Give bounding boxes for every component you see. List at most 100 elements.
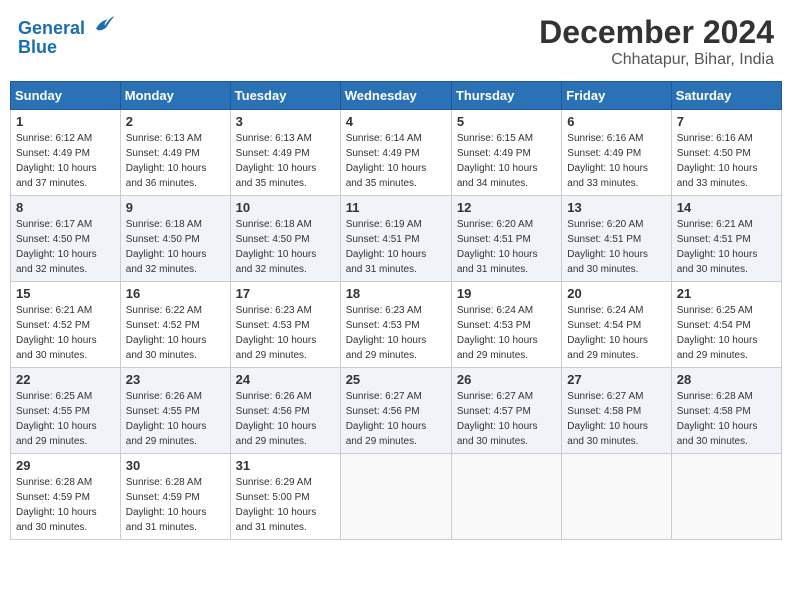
day-info: Sunrise: 6:16 AMSunset: 4:49 PMDaylight:…: [567, 131, 665, 191]
location-text: Chhatapur, Bihar, India: [539, 51, 774, 69]
day-info: Sunrise: 6:27 AMSunset: 4:56 PMDaylight:…: [346, 389, 446, 449]
day-info: Sunrise: 6:27 AMSunset: 4:58 PMDaylight:…: [567, 389, 665, 449]
day-number: 4: [346, 114, 446, 129]
table-row: 23 Sunrise: 6:26 AMSunset: 4:55 PMDayligh…: [120, 368, 230, 454]
month-title: December 2024: [539, 14, 774, 51]
day-number: 16: [126, 286, 225, 301]
day-number: 14: [677, 200, 776, 215]
day-number: 17: [236, 286, 335, 301]
day-info: Sunrise: 6:19 AMSunset: 4:51 PMDaylight:…: [346, 217, 446, 277]
table-row: 19 Sunrise: 6:24 AMSunset: 4:53 PMDayligh…: [451, 282, 561, 368]
table-row: 18 Sunrise: 6:23 AMSunset: 4:53 PMDayligh…: [340, 282, 451, 368]
table-row: 25 Sunrise: 6:27 AMSunset: 4:56 PMDayligh…: [340, 368, 451, 454]
logo-blue-text: Blue: [18, 37, 116, 58]
day-info: Sunrise: 6:28 AMSunset: 4:59 PMDaylight:…: [126, 475, 225, 535]
day-info: Sunrise: 6:27 AMSunset: 4:57 PMDaylight:…: [457, 389, 556, 449]
day-info: Sunrise: 6:18 AMSunset: 4:50 PMDaylight:…: [236, 217, 335, 277]
day-number: 20: [567, 286, 665, 301]
table-row: 11 Sunrise: 6:19 AMSunset: 4:51 PMDayligh…: [340, 196, 451, 282]
table-row: 6 Sunrise: 6:16 AMSunset: 4:49 PMDaylight…: [562, 110, 671, 196]
calendar-table: Sunday Monday Tuesday Wednesday Thursday…: [10, 81, 782, 540]
day-info: Sunrise: 6:13 AMSunset: 4:49 PMDaylight:…: [236, 131, 335, 191]
table-row: 12Sunrise: 6:20 AMSunset: 4:51 PMDayligh…: [451, 196, 561, 282]
calendar-week-row: 15 Sunrise: 6:21 AMSunset: 4:52 PMDayligh…: [11, 282, 782, 368]
header-tuesday: Tuesday: [230, 82, 340, 110]
table-row: 3 Sunrise: 6:13 AMSunset: 4:49 PMDaylight…: [230, 110, 340, 196]
day-info: Sunrise: 6:16 AMSunset: 4:50 PMDaylight:…: [677, 131, 776, 191]
table-row: 9 Sunrise: 6:18 AMSunset: 4:50 PMDaylight…: [120, 196, 230, 282]
day-number: 21: [677, 286, 776, 301]
day-info: Sunrise: 6:26 AMSunset: 4:56 PMDaylight:…: [236, 389, 335, 449]
day-number: 11: [346, 200, 446, 215]
table-row: 4 Sunrise: 6:14 AMSunset: 4:49 PMDaylight…: [340, 110, 451, 196]
table-row: 17Sunrise: 6:23 AMSunset: 4:53 PMDayligh…: [230, 282, 340, 368]
day-info: Sunrise: 6:15 AMSunset: 4:49 PMDaylight:…: [457, 131, 556, 191]
table-row: 1Sunrise: 6:12 AMSunset: 4:49 PMDaylight…: [11, 110, 121, 196]
header-wednesday: Wednesday: [340, 82, 451, 110]
day-number: 25: [346, 372, 446, 387]
table-row: 29 Sunrise: 6:28 AMSunset: 4:59 PMDayligh…: [11, 454, 121, 540]
day-info: Sunrise: 6:20 AMSunset: 4:51 PMDaylight:…: [567, 217, 665, 277]
table-row: 28Sunrise: 6:28 AMSunset: 4:58 PMDayligh…: [671, 368, 781, 454]
header-monday: Monday: [120, 82, 230, 110]
table-row: [671, 454, 781, 540]
calendar-week-row: 8 Sunrise: 6:17 AMSunset: 4:50 PMDaylight…: [11, 196, 782, 282]
day-info: Sunrise: 6:20 AMSunset: 4:51 PMDaylight:…: [457, 217, 556, 277]
title-section: December 2024 Chhatapur, Bihar, India: [539, 14, 774, 69]
day-info: Sunrise: 6:26 AMSunset: 4:55 PMDaylight:…: [126, 389, 225, 449]
day-info: Sunrise: 6:25 AMSunset: 4:55 PMDaylight:…: [16, 389, 115, 449]
day-number: 18: [346, 286, 446, 301]
day-info: Sunrise: 6:13 AMSunset: 4:49 PMDaylight:…: [126, 131, 225, 191]
day-info: Sunrise: 6:23 AMSunset: 4:53 PMDaylight:…: [346, 303, 446, 363]
day-number: 28: [677, 372, 776, 387]
table-row: 2Sunrise: 6:13 AMSunset: 4:49 PMDaylight…: [120, 110, 230, 196]
table-row: 31Sunrise: 6:29 AMSunset: 5:00 PMDayligh…: [230, 454, 340, 540]
calendar-header-row: Sunday Monday Tuesday Wednesday Thursday…: [11, 82, 782, 110]
page-header: General Blue December 2024 Chhatapur, Bi…: [10, 10, 782, 73]
day-info: Sunrise: 6:12 AMSunset: 4:49 PMDaylight:…: [16, 131, 115, 191]
day-number: 23: [126, 372, 225, 387]
table-row: 5 Sunrise: 6:15 AMSunset: 4:49 PMDaylight…: [451, 110, 561, 196]
header-friday: Friday: [562, 82, 671, 110]
day-info: Sunrise: 6:21 AMSunset: 4:52 PMDaylight:…: [16, 303, 115, 363]
table-row: 16Sunrise: 6:22 AMSunset: 4:52 PMDayligh…: [120, 282, 230, 368]
calendar-week-row: 22 Sunrise: 6:25 AMSunset: 4:55 PMDayligh…: [11, 368, 782, 454]
day-number: 27: [567, 372, 665, 387]
day-number: 3: [236, 114, 335, 129]
table-row: [340, 454, 451, 540]
day-number: 8: [16, 200, 115, 215]
day-info: Sunrise: 6:14 AMSunset: 4:49 PMDaylight:…: [346, 131, 446, 191]
day-info: Sunrise: 6:24 AMSunset: 4:53 PMDaylight:…: [457, 303, 556, 363]
table-row: 10 Sunrise: 6:18 AMSunset: 4:50 PMDayligh…: [230, 196, 340, 282]
day-info: Sunrise: 6:24 AMSunset: 4:54 PMDaylight:…: [567, 303, 665, 363]
header-sunday: Sunday: [11, 82, 121, 110]
table-row: 8 Sunrise: 6:17 AMSunset: 4:50 PMDaylight…: [11, 196, 121, 282]
table-row: [562, 454, 671, 540]
day-number: 10: [236, 200, 335, 215]
calendar-week-row: 29 Sunrise: 6:28 AMSunset: 4:59 PMDayligh…: [11, 454, 782, 540]
table-row: 27 Sunrise: 6:27 AMSunset: 4:58 PMDayligh…: [562, 368, 671, 454]
day-number: 30: [126, 458, 225, 473]
table-row: 15 Sunrise: 6:21 AMSunset: 4:52 PMDayligh…: [11, 282, 121, 368]
day-info: Sunrise: 6:18 AMSunset: 4:50 PMDaylight:…: [126, 217, 225, 277]
table-row: 30 Sunrise: 6:28 AMSunset: 4:59 PMDayligh…: [120, 454, 230, 540]
day-number: 7: [677, 114, 776, 129]
day-number: 15: [16, 286, 115, 301]
calendar-week-row: 1Sunrise: 6:12 AMSunset: 4:49 PMDaylight…: [11, 110, 782, 196]
day-number: 22: [16, 372, 115, 387]
day-number: 24: [236, 372, 335, 387]
day-number: 29: [16, 458, 115, 473]
day-number: 6: [567, 114, 665, 129]
logo: General Blue: [18, 14, 116, 58]
table-row: 20 Sunrise: 6:24 AMSunset: 4:54 PMDayligh…: [562, 282, 671, 368]
header-thursday: Thursday: [451, 82, 561, 110]
day-number: 9: [126, 200, 225, 215]
table-row: 14Sunrise: 6:21 AMSunset: 4:51 PMDayligh…: [671, 196, 781, 282]
day-info: Sunrise: 6:28 AMSunset: 4:59 PMDaylight:…: [16, 475, 115, 535]
table-row: 21 Sunrise: 6:25 AMSunset: 4:54 PMDayligh…: [671, 282, 781, 368]
day-number: 5: [457, 114, 556, 129]
day-number: 19: [457, 286, 556, 301]
day-info: Sunrise: 6:17 AMSunset: 4:50 PMDaylight:…: [16, 217, 115, 277]
day-info: Sunrise: 6:25 AMSunset: 4:54 PMDaylight:…: [677, 303, 776, 363]
table-row: 24 Sunrise: 6:26 AMSunset: 4:56 PMDayligh…: [230, 368, 340, 454]
